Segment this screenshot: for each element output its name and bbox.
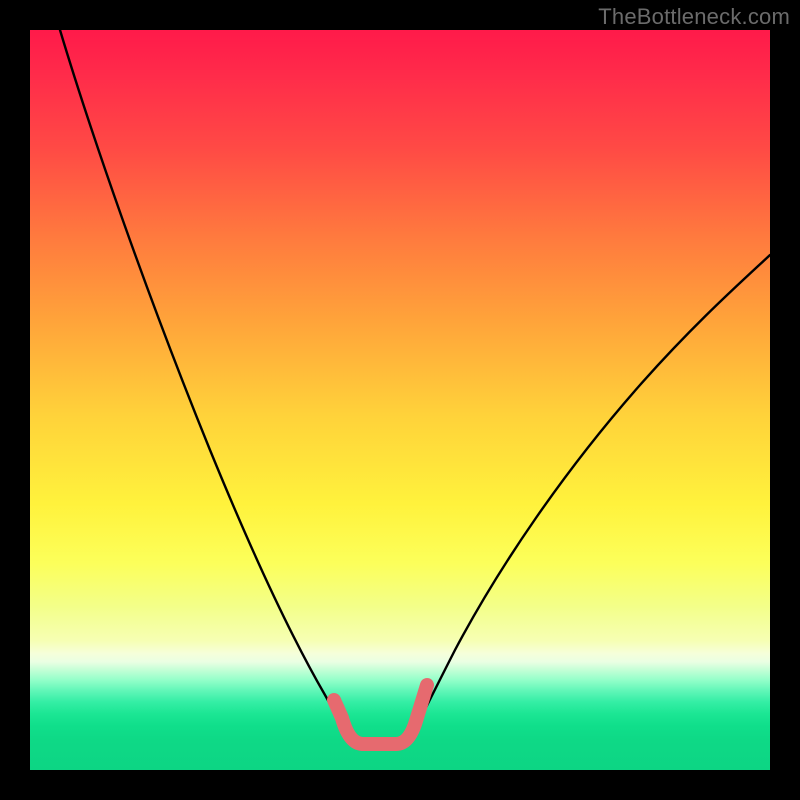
bottom-connector-curve: [334, 685, 427, 744]
curve-layer: [30, 30, 770, 770]
right-branch-curve: [411, 255, 770, 737]
watermark-text: TheBottleneck.com: [598, 4, 790, 30]
chart-frame: TheBottleneck.com: [0, 0, 800, 800]
plot-area: [30, 30, 770, 770]
left-branch-curve: [60, 30, 348, 737]
